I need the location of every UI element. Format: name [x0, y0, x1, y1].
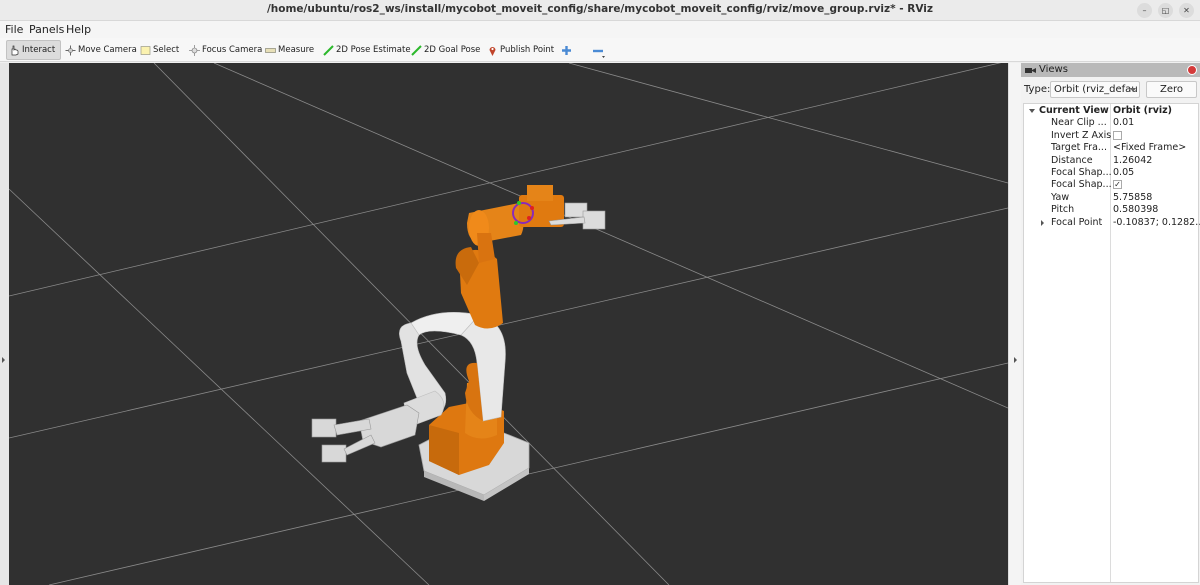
- close-button[interactable]: ✕: [1179, 3, 1194, 18]
- type-row: Type: Orbit (rviz_defau Zero: [1021, 81, 1200, 99]
- collapse-icon[interactable]: [1029, 109, 1035, 113]
- menu-panels[interactable]: Panels: [29, 23, 64, 36]
- current-view-row[interactable]: Current View Orbit (rviz): [1024, 105, 1200, 117]
- ruler-icon: [265, 45, 276, 56]
- expand-left-icon: [2, 357, 5, 363]
- select-box-icon: [140, 45, 151, 56]
- map-pin-icon: [487, 45, 498, 56]
- invert-z-checkbox[interactable]: [1113, 130, 1122, 140]
- restore-button[interactable]: ◱: [1158, 3, 1173, 18]
- view-type-dropdown[interactable]: Orbit (rviz_defau: [1050, 81, 1140, 98]
- menu-bar: File Panels Help: [0, 21, 1200, 38]
- 3d-viewport[interactable]: [9, 63, 1008, 585]
- window-title: /home/ubuntu/ros2_ws/install/mycobot_mov…: [266, 3, 934, 15]
- collapse-right-icon: [1014, 357, 1017, 363]
- property-row[interactable]: Invert Z Axis: [1024, 130, 1200, 142]
- chevron-down-icon: [1130, 88, 1136, 92]
- minimize-icon: –: [1142, 6, 1147, 15]
- tool-interact[interactable]: Interact: [6, 40, 61, 60]
- tool-measure[interactable]: Measure: [263, 40, 316, 60]
- property-row[interactable]: Target Fra... <Fixed Frame>: [1024, 142, 1200, 154]
- close-icon: ✕: [1183, 6, 1190, 15]
- tool-publish-point[interactable]: Publish Point: [485, 40, 556, 60]
- property-row[interactable]: Yaw 5.75858: [1024, 192, 1200, 204]
- minus-icon: [592, 45, 605, 58]
- tool-2d-goal-pose[interactable]: 2D Goal Pose: [409, 40, 482, 60]
- menu-help[interactable]: Help: [66, 23, 91, 36]
- panel-splitter[interactable]: [1008, 63, 1021, 585]
- remove-tool-button[interactable]: [590, 40, 605, 60]
- left-dock-toggle[interactable]: [0, 63, 9, 585]
- camera-icon: [1025, 66, 1036, 73]
- menu-file[interactable]: File: [5, 23, 23, 36]
- zero-button[interactable]: Zero: [1146, 81, 1197, 98]
- type-label: Type:: [1024, 84, 1051, 95]
- property-row[interactable]: Focal Point -0.10837; 0.1282…: [1024, 217, 1200, 229]
- tool-2d-pose-estimate[interactable]: 2D Pose Estimate: [321, 40, 413, 60]
- property-row[interactable]: Pitch 0.580398: [1024, 204, 1200, 216]
- grid: [9, 63, 1008, 585]
- hand-pointer-icon: [9, 45, 20, 56]
- scene-render: [9, 63, 1008, 585]
- views-panel-header: Views: [1021, 63, 1200, 77]
- property-row[interactable]: Distance 1.26042: [1024, 155, 1200, 167]
- property-row[interactable]: Focal Shap... ✓: [1024, 179, 1200, 191]
- close-panel-button[interactable]: [1187, 65, 1197, 75]
- tool-select[interactable]: Select: [138, 40, 181, 60]
- minimize-button[interactable]: –: [1137, 3, 1152, 18]
- green-arrow-icon: [323, 44, 334, 56]
- views-panel: Views Type: Orbit (rviz_defau Zero Curre…: [1021, 63, 1200, 585]
- tool-focus-camera[interactable]: Focus Camera: [187, 40, 264, 60]
- view-properties-tree: Current View Orbit (rviz) Near Clip ... …: [1023, 103, 1200, 583]
- property-row[interactable]: Focal Shap... 0.05: [1024, 167, 1200, 179]
- plus-icon: [561, 45, 572, 56]
- focus-camera-icon: [189, 44, 200, 56]
- robot-gripper-lower: [311, 404, 420, 463]
- robot-orange-links: [455, 185, 564, 421]
- toolbar: Interact Move Camera Select Focus Camera…: [0, 38, 1200, 62]
- focal-shape-checkbox[interactable]: ✓: [1113, 180, 1122, 190]
- title-bar: /home/ubuntu/ros2_ws/install/mycobot_mov…: [0, 0, 1200, 21]
- move-camera-icon: [65, 45, 76, 56]
- tool-move-camera[interactable]: Move Camera: [63, 40, 139, 60]
- restore-icon: ◱: [1161, 6, 1170, 15]
- expand-icon[interactable]: [1041, 219, 1044, 226]
- property-row[interactable]: Near Clip ... 0.01: [1024, 117, 1200, 129]
- add-tool-button[interactable]: [559, 40, 574, 60]
- green-arrow-icon: [411, 44, 422, 56]
